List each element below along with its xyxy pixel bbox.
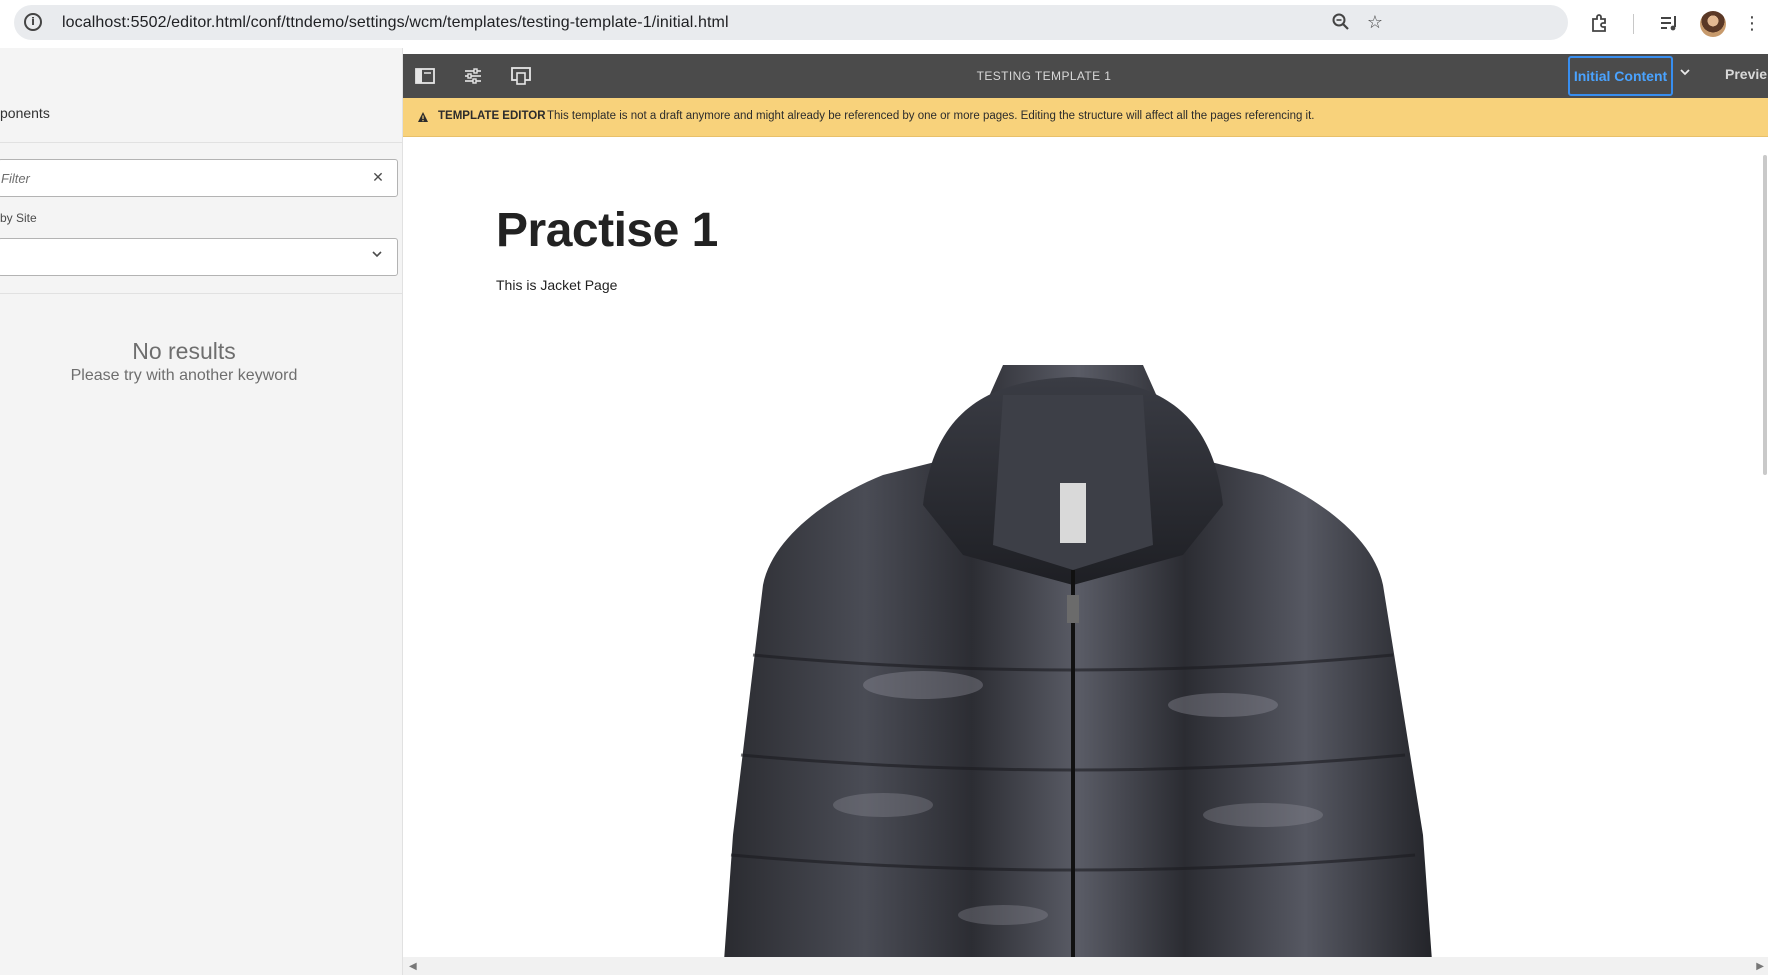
site-select[interactable] xyxy=(0,238,398,276)
address-bar[interactable]: i localhost:5502/editor.html/conf/ttndem… xyxy=(14,5,1568,40)
filter-input[interactable] xyxy=(0,160,359,196)
no-results-subtitle: Please try with another keyword xyxy=(70,367,298,384)
site-filter-label: by Site xyxy=(0,211,37,225)
horizontal-scrollbar[interactable]: ◀ ▶ xyxy=(403,957,1768,975)
more-menu-icon[interactable]: ⋮ xyxy=(1740,12,1764,36)
preview-button[interactable]: Previe xyxy=(1725,66,1767,82)
chevron-down-icon[interactable] xyxy=(1680,66,1690,80)
media-controls-icon[interactable] xyxy=(1657,12,1681,36)
editor-toolbar: TESTING TEMPLATE 1 Initial Content Previ… xyxy=(403,54,1768,98)
scroll-left-icon[interactable]: ◀ xyxy=(409,961,417,972)
close-icon[interactable]: ✕ xyxy=(369,169,387,187)
zoom-icon[interactable] xyxy=(1330,12,1352,34)
alert-message: This template is not a draft anymore and… xyxy=(547,110,1315,122)
toolbar-separator xyxy=(1633,14,1634,34)
side-panel: ponents ✕ by Site No results Please try … xyxy=(0,48,403,975)
panel-divider xyxy=(0,142,403,143)
vertical-scrollbar[interactable] xyxy=(1763,155,1767,475)
no-results-title: No results xyxy=(132,338,236,364)
tab-components[interactable]: ponents xyxy=(0,105,50,121)
jacket-image[interactable] xyxy=(623,355,1523,957)
site-info-icon[interactable]: i xyxy=(24,13,42,31)
panel-divider xyxy=(0,293,403,294)
alert-title: TEMPLATE EDITOR xyxy=(438,110,546,122)
no-results-message: No results Please try with another keywo… xyxy=(0,338,368,385)
page-title[interactable]: Practise 1 xyxy=(496,203,718,258)
extensions-icon[interactable] xyxy=(1588,12,1612,36)
profile-avatar[interactable] xyxy=(1700,11,1726,37)
filter-field[interactable]: ✕ xyxy=(0,159,398,197)
url-text[interactable]: localhost:5502/editor.html/conf/ttndemo/… xyxy=(62,14,729,32)
alert-icon xyxy=(417,111,429,123)
page-canvas[interactable]: Practise 1 This is Jacket Page xyxy=(403,137,1768,957)
template-editor-alert: TEMPLATE EDITOR This template is not a d… xyxy=(403,98,1768,137)
chevron-down-icon[interactable] xyxy=(369,248,385,264)
template-title: TESTING TEMPLATE 1 xyxy=(976,69,1112,83)
browser-toolbar: i localhost:5502/editor.html/conf/ttndem… xyxy=(0,0,1768,48)
scroll-right-icon[interactable]: ▶ xyxy=(1756,961,1764,972)
page-text[interactable]: This is Jacket Page xyxy=(496,277,617,293)
mode-selector-button[interactable]: Initial Content xyxy=(1568,56,1673,96)
bookmark-star-icon[interactable]: ☆ xyxy=(1364,12,1386,34)
